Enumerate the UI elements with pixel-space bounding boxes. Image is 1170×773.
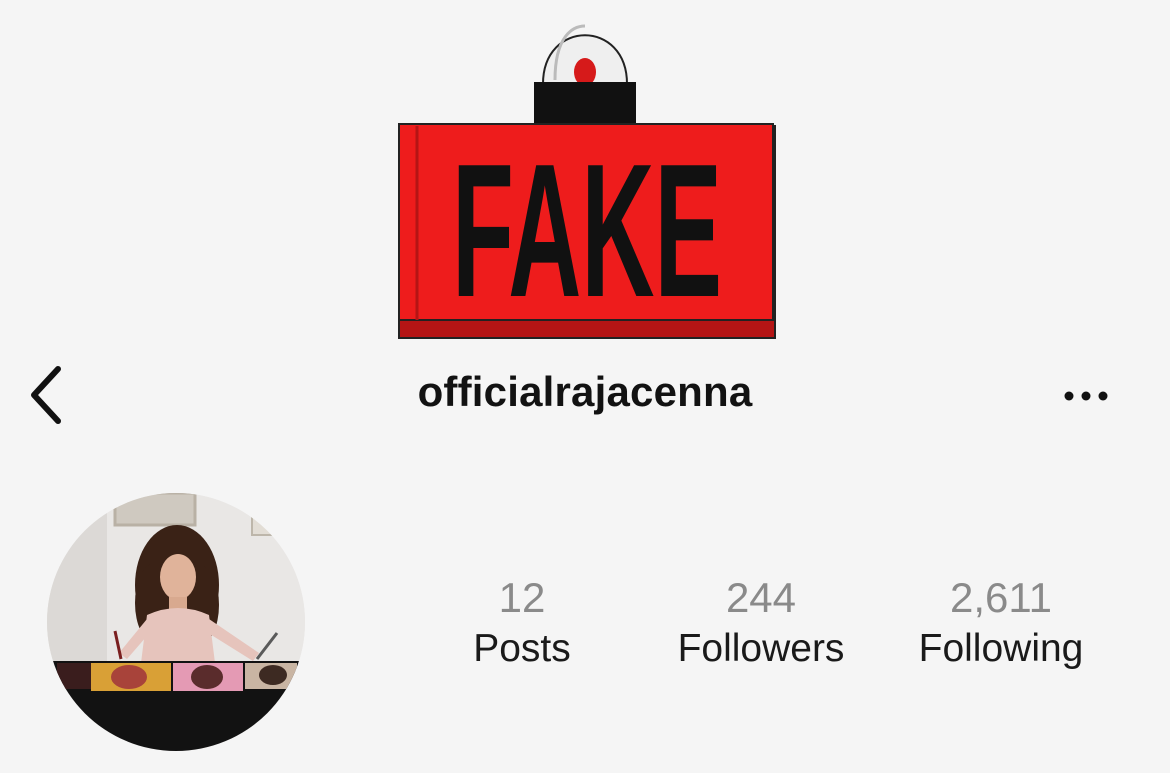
followers-count: 244 — [725, 574, 797, 621]
siren-light — [574, 58, 596, 86]
profile-avatar[interactable] — [47, 493, 305, 751]
profile-username: officialrajacenna — [417, 368, 753, 415]
followers-stat[interactable]: 244 Followers — [660, 572, 862, 674]
siren-base — [534, 82, 636, 124]
following-stat[interactable]: 2,611 Following — [900, 572, 1102, 674]
fake-badge: FAKE — [395, 14, 777, 340]
followers-label: Followers — [677, 627, 845, 670]
fake-label: FAKE — [452, 125, 722, 337]
following-label: Following — [918, 627, 1084, 670]
posts-stat[interactable]: 12 Posts — [448, 572, 596, 674]
posts-label: Posts — [473, 627, 571, 670]
more-horizontal-icon — [1064, 391, 1108, 401]
more-options-button[interactable] — [1055, 376, 1117, 416]
posts-count: 12 — [498, 574, 546, 621]
following-count: 2,611 — [950, 574, 1052, 621]
